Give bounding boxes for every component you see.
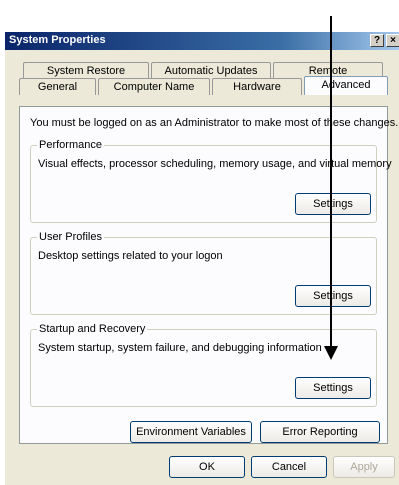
annotation-arrow-head [324, 346, 338, 360]
error-reporting-button[interactable]: Error Reporting [260, 421, 380, 443]
user-profiles-title: User Profiles [37, 231, 104, 243]
apply-button[interactable]: Apply [333, 456, 395, 478]
title-bar[interactable]: System Properties ? × [5, 32, 399, 50]
cancel-button[interactable]: Cancel [251, 456, 327, 478]
advanced-tab-panel: You must be logged on as an Administrato… [19, 106, 398, 444]
user-profiles-settings-button[interactable]: Settings [295, 285, 371, 307]
performance-settings-button[interactable]: Settings [295, 193, 371, 215]
help-button[interactable]: ? [370, 34, 384, 47]
startup-recovery-description: System startup, system failure, and debu… [38, 342, 322, 354]
startup-recovery-title: Startup and Recovery [37, 323, 148, 335]
annotation-arrow-line [330, 16, 332, 350]
tab-computer-name[interactable]: Computer Name [98, 78, 210, 95]
performance-title: Performance [37, 139, 104, 151]
startup-recovery-settings-button[interactable]: Settings [295, 377, 371, 399]
tab-hardware[interactable]: Hardware [212, 78, 302, 95]
user-profiles-group: User Profiles Desktop settings related t… [30, 231, 377, 315]
window-title: System Properties [9, 34, 106, 46]
user-profiles-description: Desktop settings related to your logon [38, 250, 223, 262]
environment-variables-button[interactable]: Environment Variables [130, 421, 252, 443]
tab-automatic-updates[interactable]: Automatic Updates [151, 62, 271, 79]
tab-system-restore[interactable]: System Restore [23, 62, 149, 79]
performance-description: Visual effects, processor scheduling, me… [38, 158, 392, 170]
tab-advanced[interactable]: Advanced [304, 76, 388, 95]
performance-group: Performance Visual effects, processor sc… [30, 139, 392, 223]
ok-button[interactable]: OK [169, 456, 245, 478]
system-properties-dialog: System Properties ? × System Restore Aut… [4, 31, 399, 485]
admin-notice: You must be logged on as an Administrato… [30, 117, 399, 129]
startup-recovery-group: Startup and Recovery System startup, sys… [30, 323, 377, 407]
close-button[interactable]: × [386, 34, 399, 47]
tab-general[interactable]: General [19, 78, 96, 95]
